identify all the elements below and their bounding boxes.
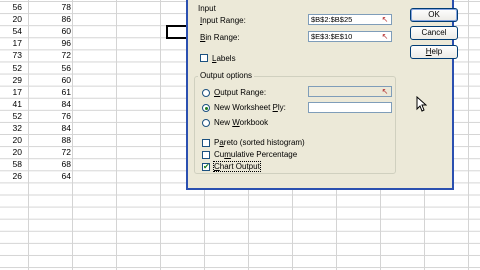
table-row: 20 86 <box>0 13 130 25</box>
cell-column-b[interactable]: 84 <box>41 122 71 134</box>
table-row: 20 72 <box>0 146 130 158</box>
table-row: 54 60 <box>0 25 130 37</box>
cell-column-b[interactable]: 86 <box>41 13 71 25</box>
cell-column-b[interactable]: 64 <box>41 170 71 182</box>
cell-column-a[interactable]: 17 <box>0 37 22 49</box>
cell-column-b[interactable]: 88 <box>41 134 71 146</box>
chart-output-checkbox[interactable]: ✔ <box>202 163 210 171</box>
cell-column-a[interactable]: 20 <box>0 146 22 158</box>
cell-column-b[interactable]: 78 <box>41 1 71 13</box>
table-row: 73 72 <box>0 49 130 61</box>
cell-column-a[interactable]: 29 <box>0 74 22 86</box>
chart-output-label: Chart Output <box>213 161 261 172</box>
histogram-dialog: Input Input Range: $B$2:$B$25 ↖ Bin Rang… <box>186 0 458 190</box>
table-row: 52 56 <box>0 62 130 74</box>
mouse-pointer-icon <box>416 96 427 112</box>
table-row: 41 84 <box>0 98 130 110</box>
cell-column-b[interactable]: 56 <box>41 62 71 74</box>
cumulative-percentage-checkbox[interactable] <box>202 151 210 159</box>
cell-column-a[interactable]: 17 <box>0 86 22 98</box>
table-row: 26 64 <box>0 170 130 182</box>
labels-label: Labels <box>212 54 236 63</box>
cell-column-a[interactable]: 56 <box>0 1 22 13</box>
collapse-dialog-icon[interactable]: ↖ <box>380 15 390 24</box>
table-row: 17 61 <box>0 86 130 98</box>
cumulative-percentage-label: Cumulative Percentage <box>214 150 298 159</box>
bin-range-field[interactable]: $E$3:$E$10 ↖ <box>308 31 392 42</box>
new-worksheet-label: New Worksheet Ply: <box>214 103 286 112</box>
cell-column-b[interactable]: 68 <box>41 158 71 170</box>
pareto-checkbox[interactable] <box>202 139 210 147</box>
table-row: 32 84 <box>0 122 130 134</box>
cell-column-b[interactable]: 76 <box>41 110 71 122</box>
output-range-radio[interactable] <box>202 89 210 97</box>
output-range-field[interactable]: ↖ <box>308 86 392 97</box>
labels-checkbox[interactable] <box>200 54 208 62</box>
cell-column-a[interactable]: 52 <box>0 62 22 74</box>
input-group-label: Input <box>198 4 216 13</box>
table-row: 17 96 <box>0 37 130 49</box>
cancel-button[interactable]: Cancel <box>410 26 458 40</box>
help-button[interactable]: Help <box>410 45 458 59</box>
table-row: 20 88 <box>0 134 130 146</box>
table-row: 29 60 <box>0 74 130 86</box>
cell-column-b[interactable]: 84 <box>41 98 71 110</box>
table-row: 58 68 <box>0 158 130 170</box>
ok-button[interactable]: OK <box>410 8 458 22</box>
table-row: 52 76 <box>0 110 130 122</box>
cell-column-a[interactable]: 20 <box>0 134 22 146</box>
cell-column-b[interactable]: 72 <box>41 49 71 61</box>
new-workbook-label: New Workbook <box>214 118 269 127</box>
input-range-field[interactable]: $B$2:$B$25 ↖ <box>308 14 392 25</box>
new-worksheet-name-field[interactable] <box>308 102 392 113</box>
cell-column-a[interactable]: 52 <box>0 110 22 122</box>
output-range-label: Output Range: <box>214 88 267 97</box>
bin-range-label: Bin Range: <box>200 33 240 42</box>
new-workbook-radio[interactable] <box>202 119 210 127</box>
new-worksheet-radio[interactable] <box>202 104 210 112</box>
checkmark-icon: ✔ <box>203 162 210 171</box>
output-options-label: Output options <box>198 71 255 80</box>
cell-column-b[interactable]: 61 <box>41 86 71 98</box>
cell-column-a[interactable]: 20 <box>0 13 22 25</box>
cell-column-a[interactable]: 73 <box>0 49 22 61</box>
cell-column-a[interactable]: 41 <box>0 98 22 110</box>
table-row: 56 78 <box>0 1 130 13</box>
cell-column-b[interactable]: 60 <box>41 74 71 86</box>
input-range-label: Input Range: <box>200 16 246 25</box>
cell-column-b[interactable]: 60 <box>41 25 71 37</box>
cell-column-b[interactable]: 72 <box>41 146 71 158</box>
cell-column-a[interactable]: 54 <box>0 25 22 37</box>
pareto-label: Pareto (sorted histogram) <box>214 138 305 147</box>
cell-column-a[interactable]: 32 <box>0 122 22 134</box>
collapse-dialog-icon[interactable]: ↖ <box>380 32 390 41</box>
cell-column-a[interactable]: 26 <box>0 170 22 182</box>
cell-column-a[interactable]: 58 <box>0 158 22 170</box>
cell-column-b[interactable]: 96 <box>41 37 71 49</box>
collapse-dialog-icon[interactable]: ↖ <box>380 87 390 96</box>
